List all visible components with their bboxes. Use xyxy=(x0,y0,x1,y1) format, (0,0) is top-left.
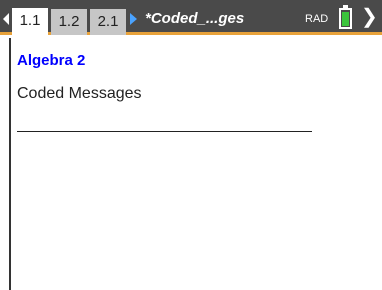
tab-bar: 1.1 1.2 2.1 *Coded_...ges RAD ❯ xyxy=(0,0,382,35)
close-icon[interactable]: ❯ xyxy=(361,7,378,27)
nav-right-icon[interactable] xyxy=(130,13,137,25)
battery-level xyxy=(342,12,349,26)
nav-left-icon[interactable] xyxy=(3,13,9,25)
tab-1-1[interactable]: 1.1 xyxy=(12,8,48,35)
document-title: *Coded_...ges xyxy=(145,10,245,27)
angle-mode-indicator: RAD xyxy=(305,13,329,25)
page-subtitle: Coded Messages xyxy=(17,85,142,102)
tab-1-2[interactable]: 1.2 xyxy=(51,9,87,35)
tab-2-1[interactable]: 2.1 xyxy=(90,9,126,35)
battery-icon xyxy=(339,5,352,29)
calculator-screen: 1.1 1.2 2.1 *Coded_...ges RAD ❯ Algebra … xyxy=(0,0,382,290)
page-heading: Algebra 2 xyxy=(17,52,86,69)
left-border xyxy=(9,38,11,290)
divider-line xyxy=(17,131,312,132)
